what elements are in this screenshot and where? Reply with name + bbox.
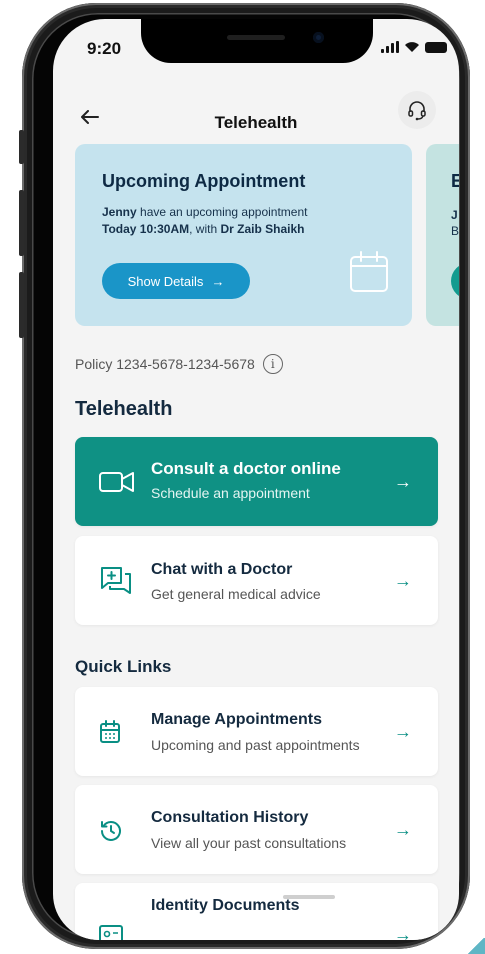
arrow-right-icon: → <box>394 924 412 941</box>
show-details-label: Show Details <box>127 273 204 289</box>
identity-documents-card[interactable]: Identity Documents → <box>75 883 438 940</box>
identity-documents-title: Identity Documents <box>151 897 300 914</box>
telehealth-heading: Telehealth <box>75 398 173 420</box>
show-details-button[interactable]: Show Details → <box>102 263 250 299</box>
policy-text: Policy 1234-5678-1234-5678 <box>75 356 255 372</box>
chat-plus-icon <box>101 566 131 594</box>
volume-down-button <box>19 272 24 338</box>
manage-appointments-title: Manage Appointments <box>151 711 322 728</box>
arrow-right-icon: → <box>394 570 412 590</box>
appointment-line-2: Today 10:30AM, with Dr Zaib Shaikh <box>102 222 305 236</box>
consult-title: Consult a doctor online <box>151 459 341 478</box>
info-icon[interactable]: i <box>262 354 283 374</box>
consult-doctor-online-card[interactable]: Consult a doctor online Schedule an appo… <box>75 437 438 526</box>
consultation-history-subtitle: View all your past consultations <box>151 835 347 851</box>
appointment-title: Upcoming Appointment <box>102 171 306 191</box>
chat-with-doctor-card[interactable]: Chat with a Doctor Get general medical a… <box>75 536 438 625</box>
next-appointment-card[interactable]: E J B <box>426 144 459 326</box>
signal-icon <box>381 41 399 53</box>
chat-title: Chat with a Doctor <box>151 561 293 578</box>
next-card-line-1: J <box>451 208 458 222</box>
headset-icon <box>408 101 426 121</box>
arrow-right-icon: → <box>211 273 225 289</box>
appointment-patient: Jenny <box>102 205 137 219</box>
next-card-title: E <box>451 171 459 191</box>
policy-number: Policy 1234-5678-1234-5678 i <box>75 354 283 374</box>
appointment-line-1: Jenny have an upcoming appointment <box>102 205 308 219</box>
battery-icon <box>425 41 447 53</box>
consultation-history-card[interactable]: Consultation History View all your past … <box>75 785 438 874</box>
id-card-icon <box>99 925 123 940</box>
arrow-right-icon: → <box>394 471 412 491</box>
video-camera-icon <box>99 471 134 492</box>
consult-subtitle: Schedule an appointment <box>151 485 310 501</box>
history-icon <box>101 820 121 841</box>
calendar-icon <box>350 251 388 292</box>
manage-appointments-card[interactable]: Manage Appointments Upcoming and past ap… <box>75 687 438 776</box>
arrow-right-icon: → <box>394 819 412 839</box>
appointment-time: Today 10:30AM <box>102 222 190 236</box>
wifi-icon <box>405 42 419 52</box>
status-icons <box>381 41 447 53</box>
appointment-doctor: Dr Zaib Shaikh <box>220 222 305 236</box>
quick-links-heading: Quick Links <box>75 657 172 676</box>
calendar-icon <box>100 719 120 743</box>
mute-switch <box>19 130 24 164</box>
app-screen: 9:20 Telehealth Upcoming Appointment Jen… <box>53 19 459 940</box>
consultation-history-title: Consultation History <box>151 809 309 826</box>
next-card-button[interactable] <box>451 263 459 299</box>
support-button[interactable] <box>398 91 436 129</box>
manage-appointments-subtitle: Upcoming and past appointments <box>151 737 360 753</box>
corner-decoration <box>466 938 485 954</box>
next-card-line-2: B <box>451 224 459 238</box>
arrow-right-icon: → <box>394 721 412 741</box>
volume-up-button <box>19 190 24 256</box>
upcoming-appointment-card[interactable]: Upcoming Appointment Jenny have an upcom… <box>75 144 412 326</box>
home-indicator[interactable] <box>283 895 335 899</box>
status-time: 9:20 <box>87 39 122 58</box>
chat-subtitle: Get general medical advice <box>151 586 321 602</box>
notch <box>141 19 373 63</box>
